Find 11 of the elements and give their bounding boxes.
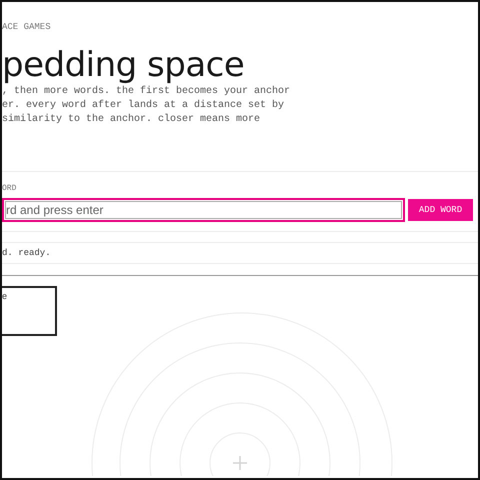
status-text: d. ready. [2, 248, 51, 258]
eyebrow-label: ACE GAMES [2, 21, 52, 33]
page-title: pedding space [2, 47, 246, 83]
card-text: e [2, 291, 8, 301]
word-input[interactable]: rd and press enter [2, 198, 405, 222]
description-text: er. every word after lands at a distance set by [2, 99, 286, 113]
crosshair-icon [233, 456, 247, 470]
add-word-button[interactable]: ADD WORD [408, 199, 473, 221]
field-label: ORD [2, 183, 18, 195]
description-text: , then more words. the first becomes your anchor [2, 85, 292, 99]
description-text: similarity to the anchor. closer means more [2, 113, 262, 127]
